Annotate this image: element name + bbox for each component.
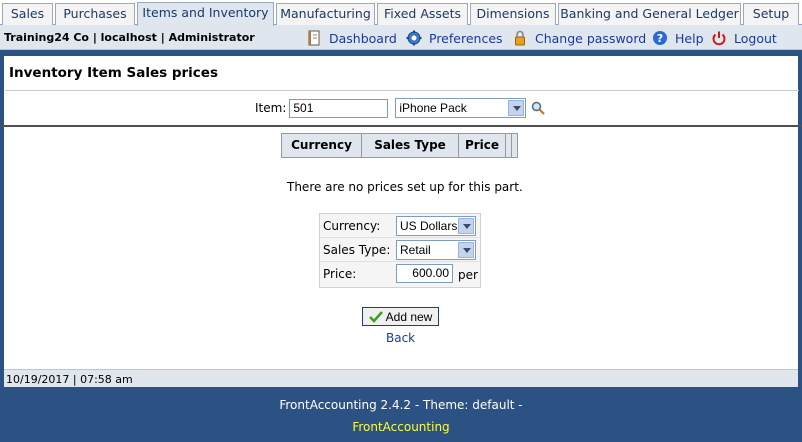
- header-bar: Training24 Co | localhost | Administrato…: [0, 25, 802, 50]
- item-code-input[interactable]: 501: [289, 98, 389, 118]
- check-icon: [368, 310, 383, 323]
- sales-type-label: Sales Type:: [323, 243, 391, 257]
- status-bar: 10/19/2017 | 07:58 am: [4, 369, 798, 387]
- preferences-label: Preferences: [429, 30, 503, 46]
- tab-setup[interactable]: Setup: [743, 3, 799, 25]
- price-suffix: per: [458, 268, 478, 282]
- currency-select[interactable]: US Dollars: [396, 216, 476, 236]
- empty-message: There are no prices set up for this part…: [287, 180, 523, 194]
- help-icon: ?: [652, 30, 668, 46]
- chevron-down-icon: [508, 100, 525, 116]
- price-input[interactable]: 600.00: [396, 264, 453, 283]
- back-link[interactable]: Back: [386, 331, 415, 345]
- sales-type-row: Sales Type: Retail: [320, 238, 480, 262]
- footer-link[interactable]: FrontAccounting: [0, 420, 802, 434]
- currency-row: Currency: US Dollars: [320, 214, 480, 238]
- add-new-button[interactable]: Add new: [362, 307, 439, 326]
- help-label: Help: [675, 30, 704, 46]
- tab-dimensions[interactable]: Dimensions: [470, 3, 556, 25]
- sales-type-select-value: Retail: [400, 243, 431, 257]
- tab-items-and-inventory[interactable]: Items and Inventory: [137, 2, 274, 26]
- dashboard-label: Dashboard: [329, 30, 397, 46]
- tab-banking-and-general-ledger[interactable]: Banking and General Ledger: [558, 3, 741, 25]
- help-link[interactable]: ? Help: [652, 29, 704, 47]
- preferences-link[interactable]: Preferences: [406, 29, 503, 47]
- section-divider: [1, 125, 802, 127]
- chevron-down-icon: [458, 218, 474, 234]
- dashboard-icon: [306, 30, 322, 46]
- item-selector-row: Item: 501 iPhone Pack: [255, 98, 546, 118]
- change-password-label: Change password: [535, 30, 647, 46]
- footer-version: FrontAccounting 2.4.2 - Theme: default -: [279, 398, 523, 412]
- price-row: Price: 600.00 per: [320, 262, 480, 286]
- tab-fixed-assets[interactable]: Fixed Assets: [377, 3, 468, 25]
- currency-label: Currency:: [323, 219, 381, 233]
- logout-link[interactable]: Logout: [711, 29, 777, 47]
- lock-icon: [512, 30, 528, 46]
- content-panel: Inventory Item Sales prices Item: 501 iP…: [1, 56, 802, 387]
- chevron-down-icon: [458, 242, 474, 258]
- item-select-value: iPhone Pack: [399, 101, 467, 115]
- page-title: Inventory Item Sales prices: [9, 65, 218, 81]
- item-label: Item:: [255, 101, 287, 115]
- svg-text:?: ?: [657, 32, 663, 45]
- add-price-form: Currency: US Dollars Sales Type: Retail …: [319, 213, 481, 288]
- tab-purchases[interactable]: Purchases: [55, 3, 135, 25]
- column-currency: Currency: [282, 134, 362, 157]
- column-spacer-end: [512, 134, 517, 157]
- tab-manufacturing[interactable]: Manufacturing: [276, 3, 375, 25]
- search-icon[interactable]: [531, 101, 546, 115]
- dashboard-link[interactable]: Dashboard: [306, 29, 397, 47]
- price-label: Price:: [323, 267, 357, 281]
- change-password-link[interactable]: Change password: [512, 29, 646, 47]
- tab-sales[interactable]: Sales: [2, 3, 53, 25]
- item-select[interactable]: iPhone Pack: [395, 98, 527, 118]
- gear-icon: [406, 30, 422, 46]
- add-new-label: Add new: [385, 309, 433, 324]
- main-menu-tabs: Sales Purchases Items and Inventory Manu…: [0, 0, 802, 26]
- logout-label: Logout: [734, 30, 777, 46]
- prices-table-header: Currency Sales Type Price: [281, 133, 518, 158]
- currency-select-value: US Dollars: [400, 219, 458, 233]
- power-icon: [711, 30, 727, 46]
- column-price: Price: [459, 134, 506, 157]
- column-sales-type: Sales Type: [362, 134, 459, 157]
- title-divider: [5, 90, 799, 91]
- date-time: 10/19/2017 | 07:58 am: [6, 373, 133, 386]
- company-info: Training24 Co | localhost | Administrato…: [4, 31, 255, 44]
- sales-type-select[interactable]: Retail: [396, 240, 476, 260]
